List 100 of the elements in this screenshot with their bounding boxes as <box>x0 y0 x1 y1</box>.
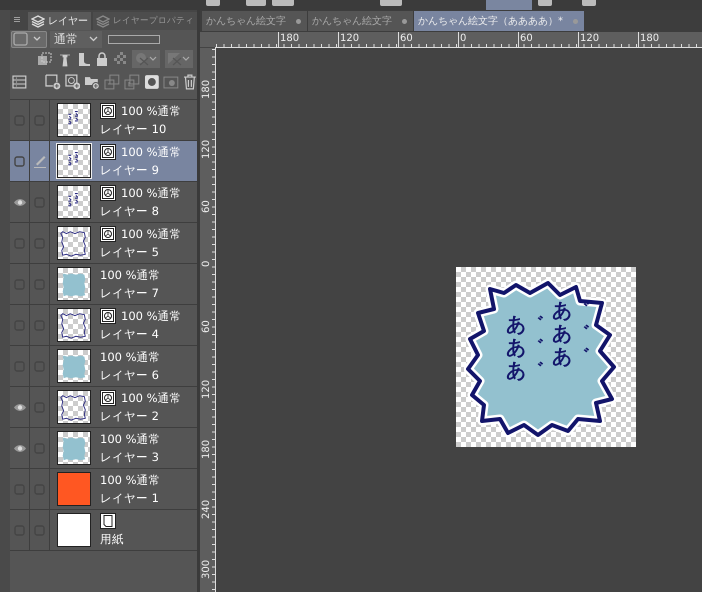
tool-icon[interactable] <box>206 0 220 6</box>
tool-icon[interactable] <box>246 0 266 6</box>
layer-thumbnail <box>57 390 91 424</box>
ruler-label: 120 <box>201 380 213 399</box>
ruler-label: 60 <box>518 32 533 47</box>
trash-icon[interactable] <box>183 74 197 90</box>
layer-name: レイヤー 2 <box>100 409 160 424</box>
ruler-label: 0 <box>201 260 213 267</box>
ruler-label: 180 <box>201 80 213 99</box>
layer-row[interactable]: 100 %通常 レイヤー 5 <box>10 223 197 264</box>
layer-row[interactable]: 用紙 <box>10 510 197 551</box>
paper-icon <box>100 513 116 529</box>
layer-name: レイヤー 4 <box>100 327 160 342</box>
layers-icon <box>31 14 45 28</box>
layer-name: 用紙 <box>100 532 124 547</box>
layer-thumbnail <box>57 267 91 301</box>
ruler-label: 300 <box>201 560 213 579</box>
ruler-dropdown[interactable] <box>165 50 193 68</box>
layer-opacity-mode: 100 %通常 <box>100 350 161 364</box>
tool-icon[interactable] <box>272 0 294 6</box>
layer-row[interactable]: 100 %通常 レイヤー 6 <box>10 346 197 387</box>
layer-thumbnail <box>57 308 91 342</box>
lettering: あ゛あ゛あ゛ <box>506 313 544 382</box>
layer-name: レイヤー 6 <box>100 368 160 383</box>
layer-opacity-mode: 100 %通常 <box>100 432 161 446</box>
layer-row[interactable]: 100 %通常 レイヤー 2 <box>10 387 197 428</box>
ruler-label: 0 <box>458 32 466 47</box>
layer-row[interactable]: 100 %通常 レイヤー 4 <box>10 305 197 346</box>
ruler-label: 180 <box>638 32 660 47</box>
new-vector-layer-icon[interactable] <box>64 74 80 90</box>
layer-name: レイヤー 5 <box>100 245 160 260</box>
layer-row[interactable]: 100 %通常 レイヤー 8 <box>10 182 197 223</box>
list-icon[interactable] <box>12 75 27 89</box>
layer-color-button[interactable] <box>11 30 47 48</box>
reference-layer-icon[interactable] <box>100 144 116 160</box>
layer-opacity-mode: 100 %通常 <box>100 472 161 488</box>
new-folder-icon[interactable] <box>84 74 100 90</box>
reference-layer-icon[interactable] <box>100 390 116 406</box>
close-dot-icon[interactable] <box>296 18 301 24</box>
tool-icon[interactable] <box>538 0 552 6</box>
close-dot-icon[interactable] <box>402 18 407 24</box>
layer-name: レイヤー 1 <box>100 491 160 506</box>
ruler-label: 180 <box>278 32 300 47</box>
new-layer-icon[interactable] <box>44 74 61 90</box>
layer-name: レイヤー 8 <box>100 204 160 219</box>
layer-name: レイヤー 10 <box>100 122 168 137</box>
layer-name: レイヤー 7 <box>100 286 160 301</box>
layer-row[interactable]: 100 %通常 レイヤー 10 <box>10 100 197 141</box>
reference-layer-icon[interactable] <box>100 226 116 242</box>
reference-layer-icon[interactable] <box>100 103 116 119</box>
ruler-label: 120 <box>201 140 213 159</box>
pencil-icon[interactable] <box>32 154 46 168</box>
layer-properties-icon <box>96 14 110 28</box>
eye-icon[interactable] <box>12 198 26 206</box>
layer-opacity-mode: 100 %通常 <box>121 186 182 200</box>
ruler-label: 120 <box>338 32 360 47</box>
checkerboard-icon[interactable] <box>113 52 127 66</box>
eye-icon[interactable] <box>12 444 26 452</box>
panel-tab[interactable]: レイヤー <box>28 12 91 30</box>
menu-icon[interactable] <box>14 15 20 24</box>
transfer-down-icon[interactable] <box>104 74 120 90</box>
chevron-icon <box>89 36 98 42</box>
layer-row[interactable]: 100 %通常 レイヤー 1 <box>10 469 197 510</box>
ruler-label: 60 <box>398 32 413 47</box>
reference-layer-icon[interactable] <box>100 308 116 324</box>
opacity-bar[interactable] <box>108 34 160 44</box>
layer-opacity-mode: 100 %通常 <box>121 308 182 324</box>
layer-opacity-mode: 100 %通常 <box>121 104 182 118</box>
reference-layer-icon[interactable] <box>100 185 116 201</box>
layer-thumbnail <box>57 144 91 178</box>
ruler-label: 240 <box>201 500 213 519</box>
layer-name: レイヤー 9 <box>100 163 160 178</box>
layer-row[interactable]: 100 %通常 レイヤー 7 <box>10 264 197 305</box>
clipping-icon[interactable] <box>37 52 53 66</box>
visibility-checkbox[interactable] <box>14 156 25 166</box>
ruler-label: 60 <box>201 200 213 213</box>
layer-thumbnail <box>57 103 91 137</box>
layer-mask-icon[interactable] <box>144 74 160 90</box>
layer-opacity-mode: 100 %通常 <box>121 144 182 160</box>
tool-icon[interactable] <box>380 0 402 6</box>
layer-thumbnail <box>57 226 91 260</box>
ruler-label: 60 <box>201 320 213 333</box>
ruler-label: 180 <box>201 440 213 459</box>
lock-icon[interactable] <box>96 52 108 66</box>
layer-name: レイヤー 3 <box>100 450 160 465</box>
layer-thumbnail <box>57 185 91 219</box>
eye-icon[interactable] <box>12 402 26 412</box>
close-dot-icon[interactable] <box>573 18 578 24</box>
mask-dropdown[interactable] <box>132 50 160 68</box>
layer-row[interactable]: 100 %通常 レイヤー 9 <box>10 141 197 182</box>
lighthouse-icon[interactable] <box>58 52 72 66</box>
layer-row[interactable]: 100 %通常 レイヤー 3 <box>10 428 197 469</box>
layer-opacity-mode: 100 %通常 <box>121 390 182 406</box>
layer-opacity-mode: 100 %通常 <box>121 226 182 242</box>
layer-opacity-mode: 100 %通常 <box>100 268 161 282</box>
tool-icon[interactable] <box>582 0 596 6</box>
layer-thumbnail <box>57 431 91 465</box>
blend-mode-dropdown[interactable]: 通常 <box>50 30 102 48</box>
layer-thumbnail <box>57 349 91 383</box>
ruler-label: 120 <box>578 32 600 47</box>
